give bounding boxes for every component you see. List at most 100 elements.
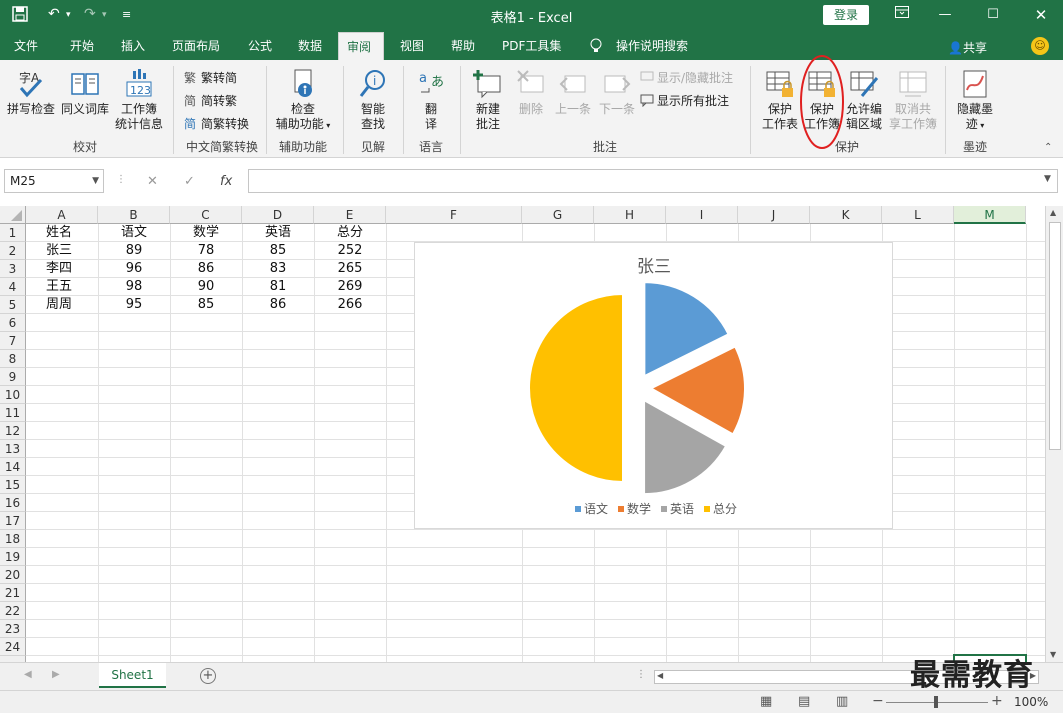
column-header[interactable]: K <box>810 206 882 224</box>
table-cell[interactable]: 83 <box>242 260 314 278</box>
tab-review[interactable]: 审阅 <box>338 32 384 60</box>
previous-sheet-icon[interactable]: ◀ <box>24 669 32 680</box>
row-header[interactable]: 7 <box>0 332 26 350</box>
cancel-icon[interactable]: ✕ <box>147 174 158 189</box>
row-header[interactable]: 5 <box>0 296 26 314</box>
table-cell[interactable]: 王五 <box>26 278 98 296</box>
show-all-comments-button[interactable]: 显示所有批注 <box>640 93 729 109</box>
table-cell[interactable]: 86 <box>242 296 314 314</box>
column-header[interactable]: G <box>522 206 594 224</box>
thesaurus-button[interactable]: 同义词库 <box>60 68 110 117</box>
table-cell[interactable]: 英语 <box>242 224 314 242</box>
table-cell[interactable]: 张三 <box>26 242 98 260</box>
row-header[interactable]: 19 <box>0 548 26 566</box>
row-header[interactable]: 17 <box>0 512 26 530</box>
column-header[interactable]: B <box>98 206 170 224</box>
row-header[interactable]: 20 <box>0 566 26 584</box>
table-cell[interactable]: 90 <box>170 278 242 296</box>
table-cell[interactable]: 265 <box>314 260 386 278</box>
simp-to-trad-button[interactable]: 简简转繁 <box>184 93 237 109</box>
trad-to-simp-button[interactable]: 繁繁转简 <box>184 70 237 86</box>
translate-button[interactable]: aあ 翻 译 <box>410 68 452 132</box>
table-cell[interactable]: 语文 <box>98 224 170 242</box>
table-cell[interactable]: 269 <box>314 278 386 296</box>
next-sheet-icon[interactable]: ▶ <box>52 669 60 680</box>
row-header[interactable]: 21 <box>0 584 26 602</box>
row-header[interactable]: 9 <box>0 368 26 386</box>
row-header[interactable]: 15 <box>0 476 26 494</box>
table-cell[interactable]: 81 <box>242 278 314 296</box>
zoom-slider-thumb[interactable] <box>934 696 938 708</box>
pie-slice-4[interactable] <box>528 292 624 484</box>
column-header[interactable]: A <box>26 206 98 224</box>
column-header[interactable]: F <box>386 206 522 224</box>
minimize-icon[interactable]: — <box>930 4 960 26</box>
column-header[interactable]: I <box>666 206 738 224</box>
tell-me-search[interactable]: 操作说明搜索 <box>608 32 696 60</box>
row-header[interactable]: 4 <box>0 278 26 296</box>
row-header[interactable]: 18 <box>0 530 26 548</box>
zoom-level[interactable]: 100% <box>1014 695 1048 709</box>
table-cell[interactable]: 姓名 <box>26 224 98 242</box>
column-header[interactable]: E <box>314 206 386 224</box>
select-all-corner[interactable] <box>0 206 26 224</box>
table-cell[interactable]: 85 <box>242 242 314 260</box>
next-comment-button[interactable]: 下一条 <box>596 68 638 117</box>
chevron-down-icon[interactable]: ▼ <box>92 170 99 192</box>
row-header[interactable]: 11 <box>0 404 26 422</box>
table-cell[interactable]: 周周 <box>26 296 98 314</box>
scroll-thumb[interactable] <box>1049 222 1061 450</box>
table-cell[interactable]: 总分 <box>314 224 386 242</box>
tab-home[interactable]: 开始 <box>62 32 102 60</box>
table-cell[interactable]: 95 <box>98 296 170 314</box>
feedback-smiley-icon[interactable]: ☺ <box>1031 37 1049 55</box>
row-header[interactable]: 22 <box>0 602 26 620</box>
table-cell[interactable]: 252 <box>314 242 386 260</box>
table-cell[interactable]: 85 <box>170 296 242 314</box>
formula-input[interactable] <box>248 169 1058 193</box>
previous-comment-button[interactable]: 上一条 <box>552 68 594 117</box>
maximize-icon[interactable]: ☐ <box>978 4 1008 26</box>
vertical-scrollbar[interactable]: ▲ ▼ <box>1045 206 1063 662</box>
tab-data[interactable]: 数据 <box>290 32 330 60</box>
table-cell[interactable]: 李四 <box>26 260 98 278</box>
page-layout-view-icon[interactable]: ▤ <box>798 694 810 709</box>
row-header[interactable]: 6 <box>0 314 26 332</box>
scroll-left-icon[interactable]: ◀ <box>657 671 663 680</box>
table-cell[interactable]: 86 <box>170 260 242 278</box>
tab-view[interactable]: 视图 <box>392 32 432 60</box>
collapse-ribbon-icon[interactable]: ⌃ <box>1044 142 1052 153</box>
share-button[interactable]: 👤共享 <box>948 39 987 56</box>
sheet-tab[interactable]: Sheet1 <box>99 663 166 688</box>
enter-icon[interactable]: ✓ <box>184 174 195 189</box>
new-comment-button[interactable]: 新建 批注 <box>466 68 510 132</box>
page-break-view-icon[interactable]: ▥ <box>836 694 848 709</box>
tab-insert[interactable]: 插入 <box>113 32 153 60</box>
row-header[interactable]: 2 <box>0 242 26 260</box>
table-cell[interactable]: 266 <box>314 296 386 314</box>
column-header[interactable]: J <box>738 206 810 224</box>
column-header[interactable]: D <box>242 206 314 224</box>
expand-formula-bar-icon[interactable]: ▼ <box>1044 174 1051 184</box>
protect-sheet-button[interactable]: 保护 工作表 <box>758 68 802 132</box>
row-header[interactable]: 3 <box>0 260 26 278</box>
column-header[interactable]: C <box>170 206 242 224</box>
column-header[interactable]: H <box>594 206 666 224</box>
tab-file[interactable]: 文件 <box>6 32 46 60</box>
row-header[interactable]: 8 <box>0 350 26 368</box>
row-header[interactable]: 10 <box>0 386 26 404</box>
unshare-workbook-button[interactable]: 取消共 享工作簿 <box>888 68 938 132</box>
add-sheet-icon[interactable]: + <box>200 668 216 684</box>
table-cell[interactable]: 89 <box>98 242 170 260</box>
hide-ink-button[interactable]: 隐藏墨 迹 ▾ <box>950 68 1000 133</box>
chinese-conversion-button[interactable]: 简简繁转换 <box>184 116 249 132</box>
column-header-selected[interactable]: M <box>954 206 1026 224</box>
close-icon[interactable]: ✕ <box>1026 4 1056 26</box>
table-cell[interactable]: 96 <box>98 260 170 278</box>
table-cell[interactable]: 98 <box>98 278 170 296</box>
tab-pdf-tools[interactable]: PDF工具集 <box>494 32 569 60</box>
sheet-splitter-icon[interactable]: ⋮ <box>636 669 646 680</box>
tab-page-layout[interactable]: 页面布局 <box>164 32 228 60</box>
check-accessibility-button[interactable]: 检查 辅助功能 ▾ <box>272 68 334 133</box>
insert-function-icon[interactable]: fx <box>220 174 232 189</box>
